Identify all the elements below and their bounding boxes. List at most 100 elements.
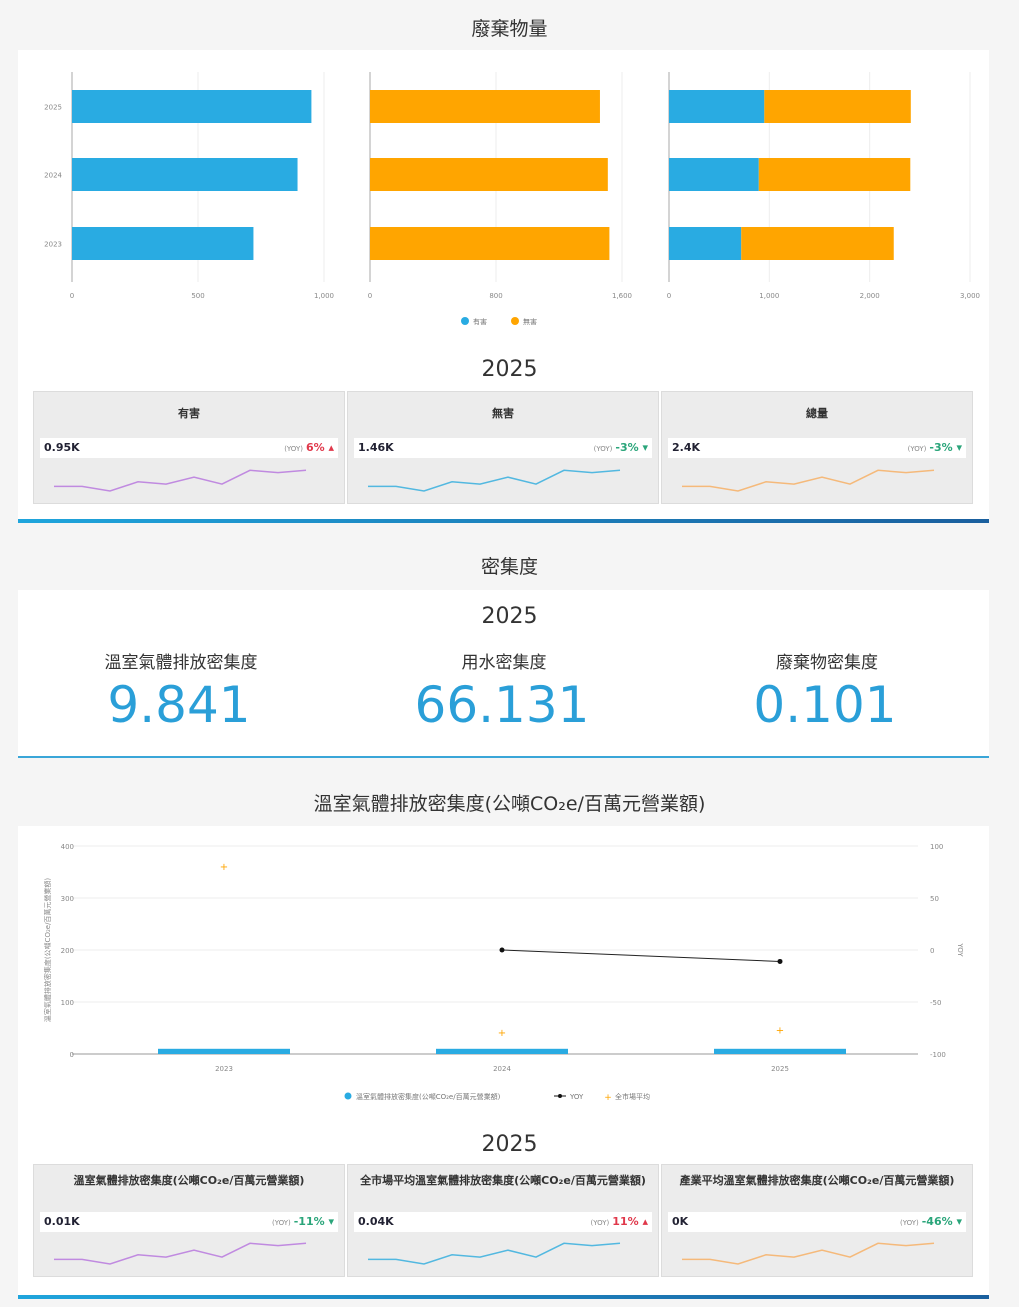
- ghg-combo-chart: 400 300 200 100 0 100 50 0 -50 -100 溫室氣體排放密集度(公噸CO…: [43, 843, 964, 1103]
- sparkline-path: [368, 469, 621, 492]
- legend-yoy-dot: [558, 1094, 562, 1098]
- ghg-intensity-bar: [436, 1048, 568, 1054]
- tile-sparkline: [368, 469, 621, 492]
- total-hazardous-segment: [669, 90, 765, 123]
- kpi-water-value: 66.131: [414, 676, 590, 734]
- kpi-tile: 無害 1.46K (YOY) -3% ▾: [347, 391, 659, 504]
- ghg-market-avg-marker: +: [220, 862, 228, 873]
- ghg-divider: [18, 1295, 989, 1299]
- nonhazardous-bar: [370, 227, 610, 260]
- nonhazardous-bar: [370, 158, 608, 191]
- tile-title: 總量: [806, 407, 828, 420]
- waste-x-tick: 3,000: [960, 292, 980, 300]
- tile-value-row: 0.04K (YOY) 11% ▴: [354, 1212, 652, 1232]
- tile-title: 產業平均溫室氣體排放密集度(公噸CO₂e/百萬元營業額): [679, 1174, 955, 1187]
- sparkline-path: [368, 1242, 621, 1265]
- kpi-tile: 總量 2.4K (YOY) -3% ▾: [661, 391, 973, 504]
- legend-ghg-marker: [344, 1092, 352, 1100]
- ghg-right-tick: 100: [930, 843, 943, 851]
- trend-arrow-icon: ▾: [952, 441, 962, 454]
- waste-x-tick: 0: [70, 292, 74, 300]
- waste-divider: [18, 519, 989, 523]
- intensity-section-title: 密集度: [480, 556, 538, 578]
- tile-yoy-value: -3%: [929, 441, 953, 454]
- legend-market-avg-label: 全市場平均: [615, 1092, 650, 1101]
- legend-hazardous-marker: [461, 317, 469, 325]
- nonhazardous-bar: [370, 90, 600, 123]
- ghg-left-tick: 100: [61, 999, 74, 1007]
- trend-arrow-icon: ▾: [324, 1215, 334, 1228]
- tile-yoy: (YOY) 6% ▴: [284, 441, 334, 454]
- tile-yoy: (YOY) -3% ▾: [594, 441, 648, 454]
- ghg-right-axis-label: YOY: [956, 942, 964, 957]
- kpi-tile: 溫室氣體排放密集度(公噸CO₂e/百萬元營業額) 0.01K (YOY) -11% ▾: [33, 1164, 345, 1277]
- tile-yoy-label: (YOY): [899, 1219, 919, 1227]
- total-hazardous-segment: [669, 227, 742, 260]
- tile-value-row: 2.4K (YOY) -3% ▾: [668, 438, 966, 458]
- ghg-right-tick: -100: [930, 1051, 946, 1059]
- ghg-left-tick: 0: [70, 1051, 74, 1059]
- ghg-left-tick: 200: [61, 947, 74, 955]
- waste-year: 2025: [481, 357, 538, 382]
- tile-value-row: 0.95K (YOY) 6% ▴: [40, 438, 338, 458]
- waste-year-tick: 2024: [44, 172, 62, 180]
- kpi-ghg-value: 9.841: [107, 676, 251, 734]
- ghg-x-tick: 2025: [771, 1065, 789, 1073]
- ghg-left-tick: 400: [61, 843, 74, 851]
- kpi-water-label: 用水密集度: [461, 653, 547, 673]
- ghg-right-tick: 50: [930, 895, 939, 903]
- tile-value: 2.4K: [672, 441, 701, 454]
- waste-x-tick: 1,600: [612, 292, 632, 300]
- tile-value: 0K: [672, 1215, 689, 1228]
- ghg-left-axis-label: 溫室氣體排放密集度(公噸CO₂e/百萬元營業額): [43, 878, 52, 1023]
- tile-sparkline: [682, 469, 935, 492]
- tile-yoy: (YOY) -3% ▾: [908, 441, 962, 454]
- tile-yoy: (YOY) -11% ▾: [272, 1215, 334, 1228]
- tile-yoy-value: -46%: [921, 1215, 953, 1228]
- sparkline-path: [54, 469, 307, 492]
- tile-yoy-value: 6%: [305, 441, 325, 454]
- tile-yoy-value: -11%: [293, 1215, 325, 1228]
- waste-x-tick: 0: [368, 292, 372, 300]
- tile-value: 0.01K: [44, 1215, 80, 1228]
- ghg-x-tick: 2024: [493, 1065, 511, 1073]
- tile-yoy-label: (YOY): [590, 1219, 610, 1227]
- waste-year-tick: 2023: [44, 241, 62, 249]
- waste-section-title: 廢棄物量: [471, 18, 548, 40]
- kpi-tile: 有害 0.95K (YOY) 6% ▴: [33, 391, 345, 504]
- tile-title: 全市場平均溫室氣體排放密集度(公噸CO₂e/百萬元營業額): [360, 1174, 646, 1187]
- tile-value: 0.95K: [44, 441, 80, 454]
- ghg-yoy-point: [499, 947, 505, 953]
- legend-hazardous-label: 有害: [473, 317, 487, 326]
- tile-yoy-label: (YOY): [271, 1219, 291, 1227]
- ghg-section-title: 溫室氣體排放密集度(公噸CO₂e/百萬元營業額): [313, 793, 706, 815]
- waste-x-tick: 2,000: [860, 292, 880, 300]
- tile-yoy: (YOY) 11% ▴: [591, 1215, 648, 1228]
- legend-market-avg-marker: +: [604, 1093, 612, 1103]
- tile-value-row: 0.01K (YOY) -11% ▾: [40, 1212, 338, 1232]
- ghg-market-avg-marker: +: [498, 1028, 506, 1039]
- waste-x-tick: 1,000: [759, 292, 779, 300]
- legend-nonhazardous-label: 無害: [523, 317, 537, 326]
- waste-x-tick: 500: [191, 292, 204, 300]
- ghg-x-tick: 2023: [215, 1065, 233, 1073]
- kpi-tile: 產業平均溫室氣體排放密集度(公噸CO₂e/百萬元營業額) 0K (YOY) -46% …: [661, 1164, 973, 1277]
- tile-sparkline: [54, 1242, 307, 1265]
- waste-x-tick: 800: [489, 292, 502, 300]
- legend-nonhazardous-marker: [511, 317, 519, 325]
- trend-arrow-icon: ▾: [638, 441, 648, 454]
- ghg-market-avg-marker: +: [776, 1026, 784, 1037]
- total-nonhazardous-segment: [758, 158, 911, 191]
- hazardous-bar: [72, 227, 254, 260]
- tile-sparkline: [368, 1242, 621, 1265]
- ghg-left-tick: 300: [61, 895, 74, 903]
- tile-sparkline: [682, 1242, 935, 1265]
- legend-yoy-label: YOY: [569, 1093, 584, 1101]
- hazardous-bar: [72, 90, 312, 123]
- tile-yoy-value: 11%: [612, 1215, 639, 1228]
- tile-yoy-label: (YOY): [284, 445, 303, 453]
- tile-yoy: (YOY) -46% ▾: [900, 1215, 962, 1228]
- total-nonhazardous-segment: [764, 90, 911, 123]
- tile-title: 溫室氣體排放密集度(公噸CO₂e/百萬元營業額): [73, 1174, 305, 1187]
- kpi-tile: 全市場平均溫室氣體排放密集度(公噸CO₂e/百萬元營業額) 0.04K (YOY) 1…: [347, 1164, 659, 1277]
